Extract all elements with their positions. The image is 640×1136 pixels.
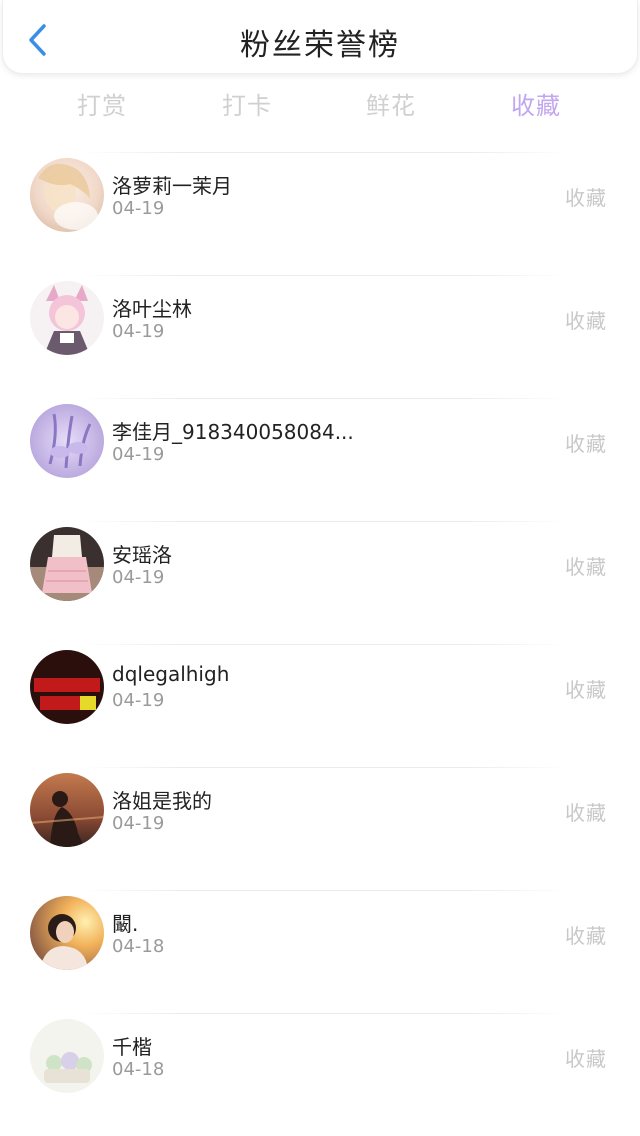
avatar[interactable] <box>30 158 104 232</box>
list-item[interactable]: 洛叶尘林 04-19 收藏 <box>0 275 640 398</box>
divider <box>80 1013 570 1014</box>
avatar[interactable] <box>30 281 104 355</box>
tab-bar: 打赏 打卡 鲜花 收藏 <box>30 86 610 126</box>
fan-date: 04-19 <box>112 321 165 342</box>
favorite-label: 收藏 <box>565 309 607 333</box>
header-bar: 粉丝荣誉榜 <box>2 0 638 74</box>
fan-date: 04-19 <box>112 690 165 711</box>
fan-date: 04-19 <box>112 813 165 834</box>
fan-name: 闞. <box>112 912 139 936</box>
avatar[interactable] <box>30 527 104 601</box>
divider <box>80 398 570 399</box>
fan-name: 洛萝莉一茉月 <box>112 174 232 198</box>
tab-reward[interactable]: 打赏 <box>52 86 152 121</box>
favorite-label: 收藏 <box>565 432 607 456</box>
list-item[interactable]: 洛姐是我的 04-19 收藏 <box>0 767 640 890</box>
fan-date: 04-19 <box>112 444 165 465</box>
page-title: 粉丝荣誉榜 <box>240 28 400 63</box>
avatar[interactable] <box>30 650 104 724</box>
tab-favorites[interactable]: 收藏 <box>486 86 586 121</box>
fan-date: 04-19 <box>112 567 165 588</box>
favorite-label: 收藏 <box>565 186 607 210</box>
favorite-label: 收藏 <box>565 1047 607 1071</box>
fan-date: 04-18 <box>112 1059 165 1080</box>
divider <box>80 767 570 768</box>
avatar[interactable] <box>30 404 104 478</box>
list-item[interactable]: 闞. 04-18 收藏 <box>0 890 640 1013</box>
tab-flowers[interactable]: 鲜花 <box>341 86 441 121</box>
favorite-label: 收藏 <box>565 555 607 579</box>
tab-checkin[interactable]: 打卡 <box>197 86 297 121</box>
favorite-label: 收藏 <box>565 678 607 702</box>
avatar[interactable] <box>30 773 104 847</box>
fan-name: dqlegalhigh <box>112 662 230 686</box>
favorite-label: 收藏 <box>565 924 607 948</box>
fan-name: 洛姐是我的 <box>112 789 212 813</box>
list-item[interactable]: 安瑶洛 04-19 收藏 <box>0 521 640 644</box>
list-item[interactable]: dqlegalhigh 04-19 收藏 <box>0 644 640 767</box>
favorite-label: 收藏 <box>565 801 607 825</box>
avatar[interactable] <box>30 896 104 970</box>
divider <box>80 521 570 522</box>
divider <box>80 152 570 153</box>
divider <box>80 644 570 645</box>
list-item[interactable]: 李佳月_918340058084... 04-19 收藏 <box>0 398 640 521</box>
fan-list: 洛萝莉一茉月 04-19 收藏 洛叶尘林 04-19 收藏 李佳月_918340… <box>0 152 640 1136</box>
list-item[interactable]: 千楷 04-18 收藏 <box>0 1013 640 1136</box>
divider <box>80 890 570 891</box>
fan-date: 04-19 <box>112 198 165 219</box>
fan-date: 04-18 <box>112 936 165 957</box>
fan-name: 洛叶尘林 <box>112 297 192 321</box>
fan-name: 千楷 <box>112 1035 152 1059</box>
divider <box>80 275 570 276</box>
fan-name: 安瑶洛 <box>112 543 172 567</box>
avatar[interactable] <box>30 1019 104 1093</box>
fan-name: 李佳月_918340058084... <box>112 420 354 444</box>
list-item[interactable]: 洛萝莉一茉月 04-19 收藏 <box>0 152 640 275</box>
